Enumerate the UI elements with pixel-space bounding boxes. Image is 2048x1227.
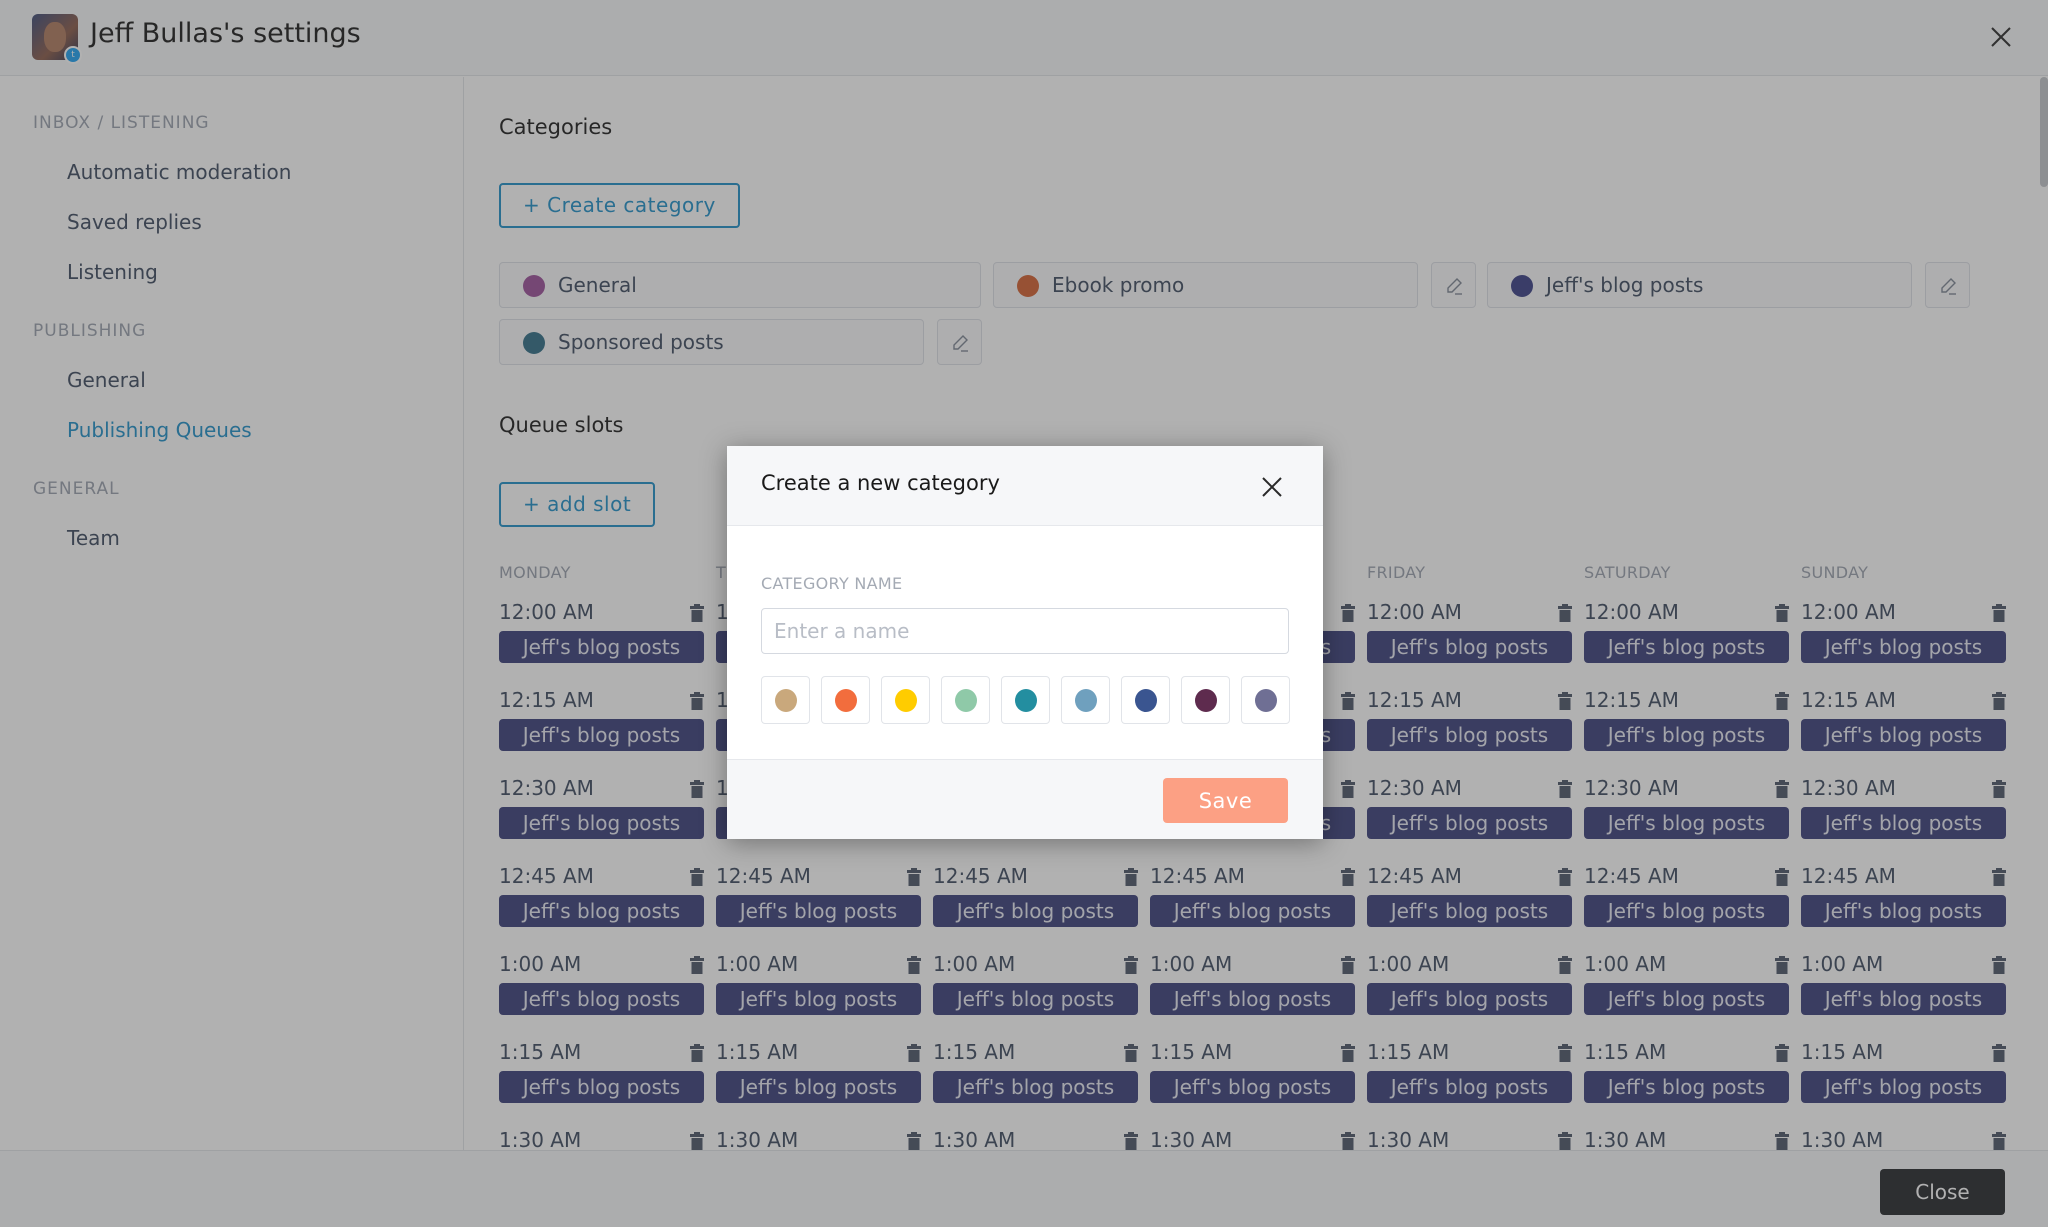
modal-footer: Save [727, 759, 1323, 839]
color-dot [1135, 689, 1157, 712]
color-dot [835, 689, 857, 712]
color-dot [775, 689, 797, 712]
color-dot [1015, 689, 1037, 712]
color-swatch[interactable] [1001, 676, 1050, 724]
color-dot [955, 689, 977, 712]
close-icon[interactable] [1259, 474, 1285, 500]
color-dot [1075, 689, 1097, 712]
color-swatch[interactable] [1241, 676, 1290, 724]
modal-header: Create a new category [727, 446, 1323, 526]
color-swatch[interactable] [881, 676, 930, 724]
category-name-label: CATEGORY NAME [761, 574, 903, 593]
color-swatch[interactable] [761, 676, 810, 724]
create-category-modal: Create a new category CATEGORY NAME Save [727, 446, 1323, 839]
modal-title: Create a new category [761, 471, 1000, 495]
color-swatch[interactable] [1181, 676, 1230, 724]
color-swatch[interactable] [1061, 676, 1110, 724]
color-swatch[interactable] [1121, 676, 1170, 724]
color-swatch[interactable] [941, 676, 990, 724]
save-button[interactable]: Save [1163, 778, 1288, 823]
color-dot [1195, 689, 1217, 712]
color-dot [1255, 689, 1277, 712]
category-name-input[interactable] [761, 608, 1289, 654]
color-dot [895, 689, 917, 712]
color-swatch[interactable] [821, 676, 870, 724]
